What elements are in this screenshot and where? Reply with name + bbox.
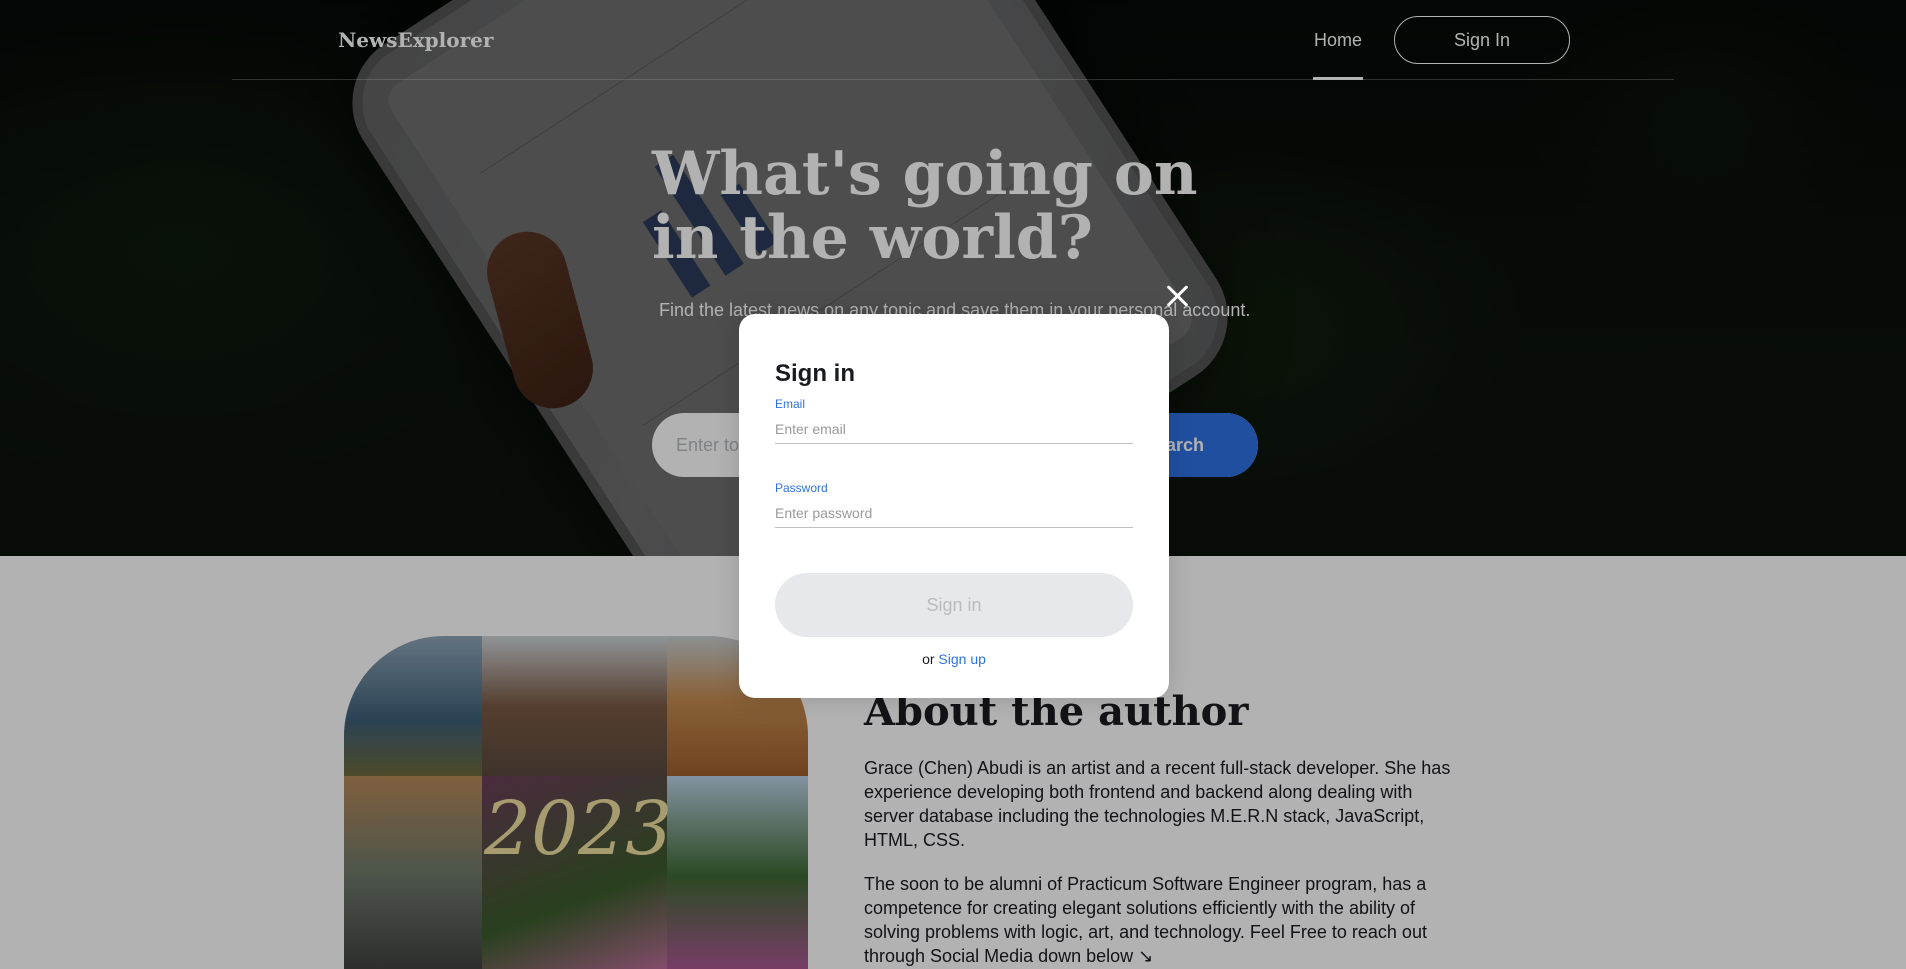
email-label: Email [775,397,806,411]
email-field[interactable] [775,414,1133,444]
signup-prefix: or [922,651,939,667]
signin-modal: Sign in Email Password Sign in or Sign u… [739,314,1169,698]
signup-prompt: or Sign up [739,651,1169,667]
signin-submit-button[interactable]: Sign in [775,573,1133,637]
modal-title: Sign in [775,360,855,387]
signup-link[interactable]: Sign up [938,651,985,667]
password-label: Password [775,481,828,495]
password-field[interactable] [775,498,1133,528]
close-icon[interactable] [1164,282,1192,310]
